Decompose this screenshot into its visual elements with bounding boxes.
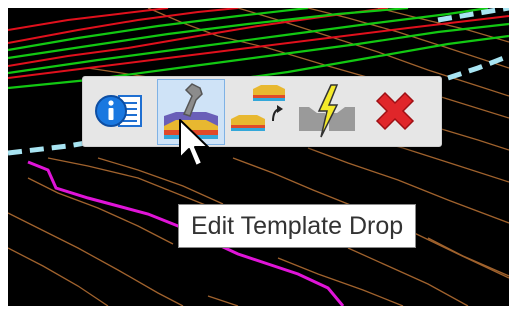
contour-line (427, 237, 509, 277)
contour-line (8, 212, 184, 306)
arrow-pointer-icon (179, 119, 209, 167)
context-toolbar (82, 76, 442, 147)
template-drop-gap-icon (299, 84, 355, 138)
toolbar-button-info[interactable] (89, 81, 149, 141)
toolbar-button-template-gap[interactable] (297, 81, 357, 141)
template-drop-transition-icon (231, 85, 285, 131)
contour-line (207, 295, 239, 306)
tooltip: Edit Template Drop (178, 204, 417, 248)
contour-line (277, 257, 404, 306)
alignment-line-green (8, 8, 409, 60)
viewport-drawing (8, 8, 509, 306)
tooltip-text: Edit Template Drop (191, 212, 404, 240)
contour-line (347, 247, 469, 306)
mouse-cursor (178, 118, 212, 181)
boundary-line-dashed (447, 53, 509, 81)
cad-viewport[interactable] (8, 8, 509, 306)
toolbar-button-delete[interactable] (365, 81, 425, 141)
toolbar-button-template-transition[interactable] (229, 81, 289, 141)
contour-line (307, 8, 509, 69)
screenshot-root: Edit Template Drop (0, 0, 514, 310)
delete-x-icon (375, 91, 415, 131)
info-list-icon (95, 95, 142, 127)
